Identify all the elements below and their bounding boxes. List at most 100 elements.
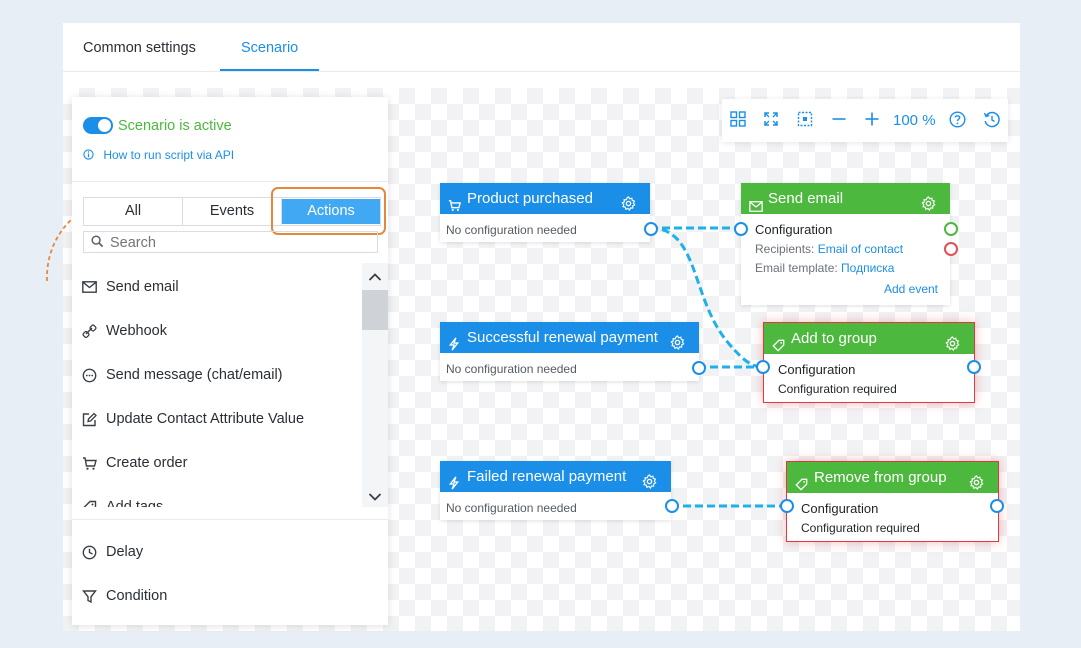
output-port[interactable]	[692, 361, 706, 375]
lightning-icon	[448, 470, 460, 501]
add-event-link[interactable]: Add event	[884, 282, 938, 296]
divider	[72, 519, 388, 520]
node-header[interactable]: Add to group	[764, 323, 974, 354]
template-value[interactable]: Подписка	[841, 261, 894, 275]
list-item-send-message[interactable]: Send message (chat/email)	[82, 365, 283, 385]
canvas-toolbar: 100 %	[722, 99, 1008, 142]
output-port[interactable]	[644, 222, 658, 236]
node-add-to-group[interactable]: Add to group Configuration Configuration…	[763, 322, 975, 403]
chat-icon	[82, 368, 97, 382]
config-status: Configuration required	[801, 521, 920, 535]
recipients-label: Recipients:	[755, 242, 815, 256]
api-help-text: How to run script via API	[103, 148, 235, 162]
node-note: No configuration needed	[446, 362, 577, 376]
template-row: Email template: Подписка	[755, 261, 894, 275]
node-header[interactable]: Failed renewal payment	[440, 461, 671, 492]
zoom-level: 100 %	[893, 112, 936, 129]
gear-icon[interactable]	[921, 191, 936, 222]
tab-scenario[interactable]: Scenario	[219, 23, 320, 71]
node-failed-renewal-payment[interactable]: Failed renewal payment No configuration …	[440, 461, 671, 520]
history-icon[interactable]	[983, 111, 1000, 133]
node-remove-from-group[interactable]: Remove from group Configuration Configur…	[786, 461, 999, 542]
node-product-purchased[interactable]: Product purchased No configuration neede…	[440, 183, 650, 242]
scroll-thumb[interactable]	[362, 290, 388, 330]
node-title: Add to group	[791, 330, 877, 347]
scroll-down-icon[interactable]	[368, 489, 382, 507]
filter-all[interactable]: All	[84, 198, 183, 225]
fit-screen-icon[interactable]	[763, 111, 779, 132]
actions-highlight	[271, 187, 386, 235]
webhook-icon	[82, 323, 97, 338]
node-title: Successful renewal payment	[467, 329, 658, 346]
node-title: Remove from group	[814, 469, 947, 486]
list-item-webhook[interactable]: Webhook	[82, 321, 167, 341]
gear-icon[interactable]	[670, 330, 685, 361]
info-icon	[83, 148, 97, 162]
output-port[interactable]	[665, 499, 679, 513]
config-label: Configuration	[778, 362, 856, 377]
search-input[interactable]	[108, 234, 372, 252]
tab-common-settings[interactable]: Common settings	[83, 23, 196, 71]
node-successful-renewal-payment[interactable]: Successful renewal payment No configurat…	[440, 322, 699, 381]
input-port[interactable]	[756, 360, 770, 374]
api-help-link[interactable]: How to run script via API	[83, 148, 234, 162]
help-icon[interactable]	[949, 111, 966, 133]
recipients-row: Recipients: Email of contact	[755, 242, 903, 256]
node-send-email[interactable]: Send email Configuration Recipients: Ema…	[741, 183, 950, 305]
node-title: Failed renewal payment	[467, 468, 627, 485]
gear-icon[interactable]	[969, 470, 984, 501]
list-item-delay[interactable]: Delay	[82, 544, 143, 560]
template-label: Email template:	[755, 261, 838, 275]
node-note: No configuration needed	[446, 223, 577, 237]
gear-icon[interactable]	[642, 469, 657, 500]
lightning-icon	[448, 331, 460, 362]
node-title: Send email	[768, 190, 844, 207]
divider	[72, 181, 388, 182]
recipients-value[interactable]: Email of contact	[818, 242, 903, 256]
action-library-panel: Scenario is active How to run script via…	[72, 97, 388, 625]
zoom-out-icon[interactable]	[831, 111, 847, 132]
crop-icon[interactable]	[797, 111, 813, 132]
node-title: Product purchased	[467, 190, 593, 207]
node-header[interactable]: Send email	[741, 183, 950, 214]
search-icon	[91, 235, 104, 253]
zoom-in-icon[interactable]	[864, 111, 880, 132]
list-item-create-order[interactable]: Create order	[82, 453, 187, 473]
action-list: Send email Webhook Send message (chat/em…	[72, 263, 362, 507]
config-label: Configuration	[755, 222, 833, 237]
grid-icon[interactable]	[730, 111, 746, 132]
scenario-active-toggle[interactable]	[83, 117, 113, 134]
search-field	[83, 231, 378, 253]
mail-icon	[82, 281, 97, 293]
tag-icon	[772, 332, 785, 363]
output-port[interactable]	[967, 360, 981, 374]
input-port[interactable]	[780, 499, 794, 513]
config-label: Configuration	[801, 501, 879, 516]
scenario-status-label: Scenario is active	[118, 118, 232, 134]
tag-icon	[795, 471, 808, 502]
list-item-update-attribute[interactable]: Update Contact Attribute Value	[82, 409, 304, 429]
tab-bar: Common settings Scenario	[63, 23, 1020, 72]
node-header[interactable]: Remove from group	[787, 462, 998, 493]
list-item-add-tags[interactable]: Add tags	[82, 497, 163, 507]
clock-icon	[82, 545, 97, 559]
node-header[interactable]: Product purchased	[440, 183, 650, 214]
node-header[interactable]: Successful renewal payment	[440, 322, 699, 353]
edit-icon	[82, 412, 97, 426]
input-port[interactable]	[734, 222, 748, 236]
scroll-up-icon[interactable]	[368, 269, 382, 287]
success-port[interactable]	[944, 222, 958, 236]
config-status: Configuration required	[778, 382, 897, 396]
tag-icon	[83, 500, 97, 507]
node-note: No configuration needed	[446, 501, 577, 515]
gear-icon[interactable]	[621, 191, 636, 222]
list-item-condition[interactable]: Condition	[82, 588, 167, 604]
gear-icon[interactable]	[945, 331, 960, 362]
action-list-scrollbar[interactable]	[362, 263, 388, 507]
list-item-send-email[interactable]: Send email	[82, 277, 179, 297]
cart-icon	[448, 192, 462, 223]
filter-events[interactable]: Events	[183, 198, 282, 225]
output-port[interactable]	[990, 499, 1004, 513]
failure-port[interactable]	[944, 242, 958, 256]
mail-icon	[749, 192, 763, 223]
